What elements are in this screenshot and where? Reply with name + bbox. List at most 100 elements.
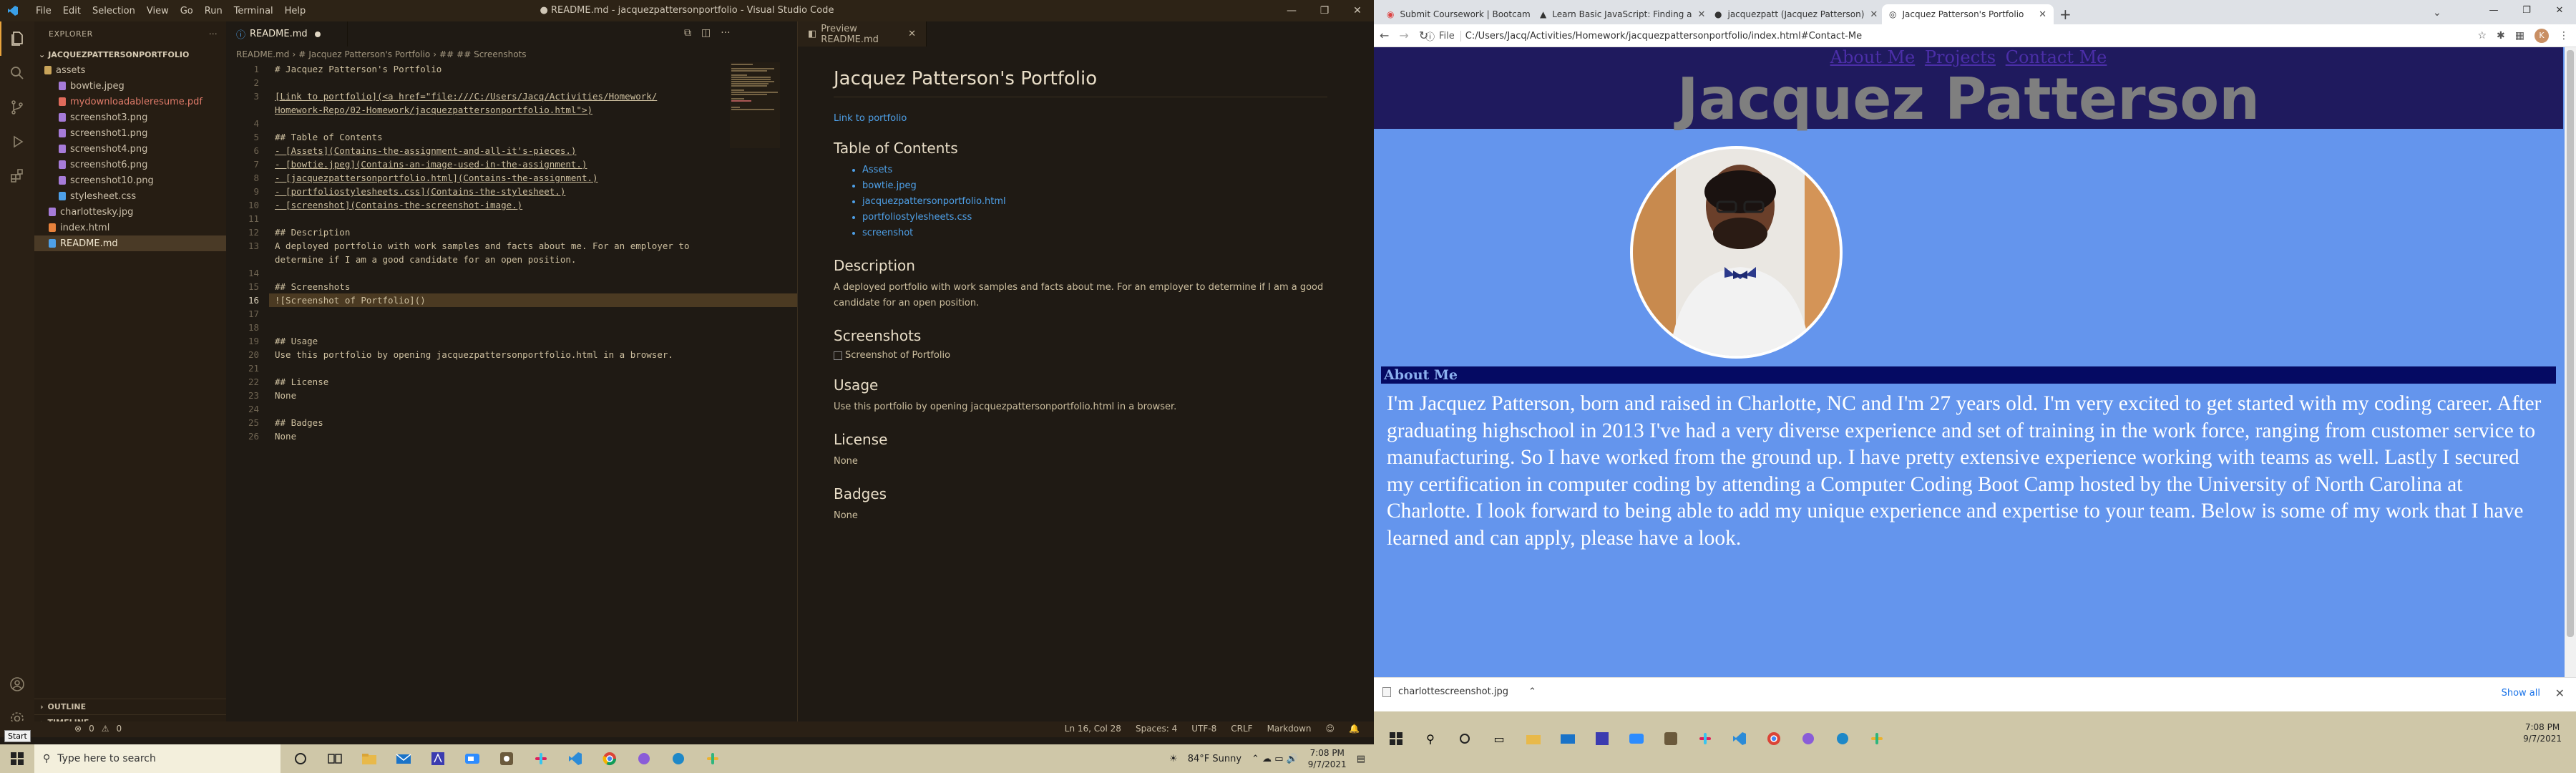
- toc-item[interactable]: Assets: [862, 162, 1374, 178]
- project-folder[interactable]: ⌄ JACQUEZPATTERSONPORTFOLIO: [34, 47, 226, 62]
- status-spaces[interactable]: Spaces: 4: [1136, 724, 1177, 734]
- menu-file[interactable]: File: [30, 6, 57, 16]
- slack-icon[interactable]: [524, 744, 558, 773]
- status-problems[interactable]: ⊗ 0 ⚠ 0: [74, 724, 122, 734]
- preview-portfolio-link[interactable]: Link to portfolio: [834, 113, 907, 124]
- app-icon[interactable]: [1587, 724, 1617, 753]
- more-actions-icon[interactable]: ···: [209, 29, 218, 39]
- tree-file[interactable]: screenshot4.png: [34, 141, 226, 157]
- toc-item[interactable]: portfoliostylesheets.css: [862, 210, 1374, 225]
- tree-file[interactable]: bowtie.jpeg: [34, 78, 226, 94]
- explorer-icon[interactable]: [0, 21, 34, 56]
- new-tab-icon[interactable]: +: [2059, 6, 2072, 23]
- minimap[interactable]: [730, 62, 780, 148]
- chrome-tab[interactable]: ▲ Learn Basic JavaScript: Finding a ✕: [1533, 4, 1704, 24]
- tab-search-icon[interactable]: ⌄: [2433, 7, 2441, 19]
- app-icon[interactable]: [421, 744, 455, 773]
- slack-icon[interactable]: [1862, 724, 1892, 753]
- chrome-icon[interactable]: [592, 744, 627, 773]
- bell-icon[interactable]: 🔔: [1349, 724, 1360, 734]
- outline-section[interactable]: › OUTLINE: [34, 699, 226, 714]
- minimize-icon[interactable]: —: [2477, 0, 2510, 21]
- toc-item[interactable]: jacquezpattersonportfolio.html: [862, 194, 1374, 210]
- zoom-icon[interactable]: [455, 744, 489, 773]
- minimize-icon[interactable]: —: [1275, 0, 1308, 21]
- nav-link-contact[interactable]: Contact Me: [2006, 47, 2107, 67]
- forward-icon[interactable]: →: [1399, 29, 1408, 42]
- search-icon[interactable]: [0, 56, 34, 90]
- menu-view[interactable]: View: [141, 6, 175, 16]
- app-icon[interactable]: [1656, 724, 1686, 753]
- cortana-icon[interactable]: [1450, 724, 1480, 753]
- tree-file[interactable]: screenshot6.png: [34, 157, 226, 172]
- tab-preview[interactable]: ◧ Preview README.md ✕: [798, 21, 927, 47]
- windows-start-icon[interactable]: [1381, 724, 1411, 753]
- extension-icon[interactable]: ▦: [2515, 30, 2524, 42]
- file-explorer-icon[interactable]: [352, 744, 386, 773]
- edge-icon[interactable]: [661, 744, 696, 773]
- vscode-taskbar-icon[interactable]: [1724, 724, 1755, 753]
- menu-selection[interactable]: Selection: [87, 6, 141, 16]
- tree-file[interactable]: screenshot1.png: [34, 125, 226, 141]
- close-icon[interactable]: ✕: [2555, 686, 2565, 700]
- status-encoding[interactable]: UTF-8: [1191, 724, 1216, 734]
- account-icon[interactable]: [0, 667, 34, 701]
- tab-readme[interactable]: ⓘ README.md: [226, 21, 348, 47]
- tree-file[interactable]: screenshot3.png: [34, 110, 226, 125]
- tree-file[interactable]: charlottesky.jpg: [34, 204, 226, 220]
- slack-icon[interactable]: [1690, 724, 1720, 753]
- zoom-icon[interactable]: [1621, 724, 1652, 753]
- close-tab-icon[interactable]: ✕: [908, 29, 916, 39]
- browser-icon[interactable]: [1793, 724, 1823, 753]
- toc-item[interactable]: screenshot: [862, 225, 1374, 241]
- close-icon[interactable]: ✕: [1341, 0, 1374, 21]
- menu-help[interactable]: Help: [279, 6, 312, 16]
- star-icon[interactable]: ☆: [2477, 30, 2487, 42]
- feedback-icon[interactable]: ☺: [1326, 724, 1335, 734]
- close-tab-icon[interactable]: ✕: [2039, 9, 2046, 20]
- avatar[interactable]: K: [2534, 29, 2549, 43]
- tray-icons[interactable]: ⌃ ☁ ▭ 🔊: [1252, 754, 1298, 764]
- menu-go[interactable]: Go: [175, 6, 199, 16]
- breadcrumb-subheading[interactable]: ## Screenshots: [457, 49, 526, 59]
- back-icon[interactable]: ←: [1380, 29, 1389, 42]
- task-view-icon[interactable]: [318, 744, 352, 773]
- app-icon[interactable]: [489, 744, 524, 773]
- tree-file[interactable]: mydownloadableresume.pdf: [34, 94, 226, 110]
- scrollbar-thumb[interactable]: [2567, 50, 2574, 637]
- mail-icon[interactable]: [1553, 724, 1583, 753]
- address-bar[interactable]: ⓘ File C:/Users/Jacq/Activities/Homework…: [1421, 27, 2523, 44]
- status-language[interactable]: Markdown: [1267, 724, 1312, 734]
- run-debug-icon[interactable]: [0, 125, 34, 159]
- edge-icon[interactable]: [1828, 724, 1858, 753]
- chrome-icon[interactable]: [1759, 724, 1789, 753]
- tree-file[interactable]: index.html: [34, 220, 226, 235]
- notification-icon[interactable]: ▤: [1357, 754, 1365, 764]
- kebab-menu-icon[interactable]: ⋮: [2559, 30, 2569, 42]
- tree-file[interactable]: stylesheet.css: [34, 188, 226, 204]
- close-icon[interactable]: ✕: [2543, 0, 2576, 21]
- tree-folder[interactable]: assets: [34, 62, 226, 78]
- close-tab-icon[interactable]: ✕: [1870, 9, 1878, 20]
- split-editor-icon[interactable]: ◫: [701, 27, 711, 39]
- extensions-icon[interactable]: [0, 159, 34, 193]
- menu-edit[interactable]: Edit: [57, 6, 87, 16]
- file-explorer-icon[interactable]: [1518, 724, 1548, 753]
- page-scrollbar[interactable]: [2565, 47, 2576, 677]
- restore-icon[interactable]: ❐: [2510, 0, 2543, 21]
- taskbar-clock[interactable]: 7:08 PM 9/7/2021: [1308, 747, 1347, 770]
- breadcrumb-file[interactable]: README.md: [236, 49, 289, 59]
- chrome-tab[interactable]: ◉ Submit Coursework | Bootcamp ✕: [1380, 4, 1530, 24]
- show-all-button[interactable]: Show all: [2502, 688, 2540, 699]
- chrome-tab-active[interactable]: ◎ Jacquez Patterson's Portfolio ✕: [1882, 4, 2054, 24]
- taskbar-clock[interactable]: 7:08 PM 9/7/2021: [2523, 721, 2562, 744]
- mail-icon[interactable]: [386, 744, 421, 773]
- toc-item[interactable]: bowtie.jpeg: [862, 178, 1374, 194]
- close-tab-icon[interactable]: ✕: [1698, 9, 1705, 20]
- browser-icon[interactable]: [627, 744, 661, 773]
- tree-file[interactable]: screenshot10.png: [34, 172, 226, 188]
- download-item[interactable]: charlottescreenshot.jpg ⌃: [1382, 686, 1536, 697]
- status-position[interactable]: Ln 16, Col 28: [1065, 724, 1121, 734]
- task-view-icon[interactable]: ▭: [1484, 724, 1514, 753]
- nav-link-about[interactable]: About Me: [1830, 47, 1916, 67]
